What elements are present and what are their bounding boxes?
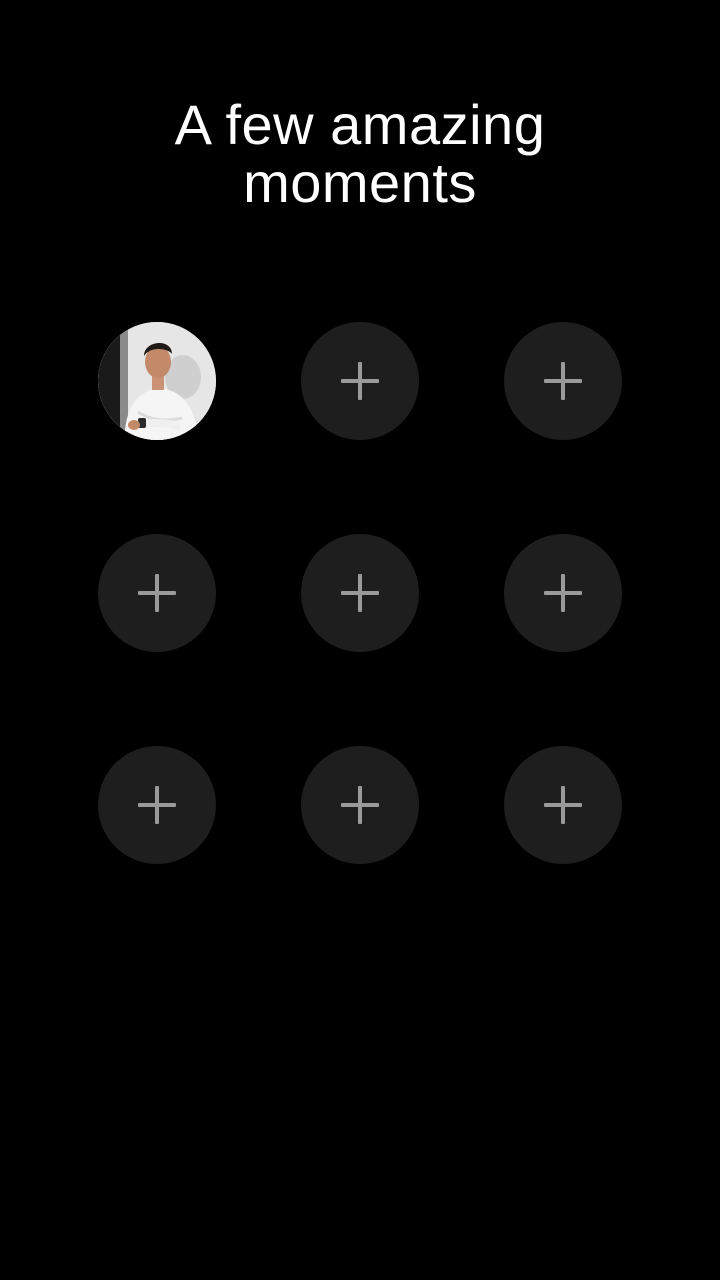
plus-icon <box>544 574 582 612</box>
add-moment-button[interactable] <box>504 322 622 440</box>
add-moment-button[interactable] <box>98 534 216 652</box>
plus-icon <box>138 786 176 824</box>
moment-slot-photo[interactable] <box>98 322 216 440</box>
plus-icon <box>138 574 176 612</box>
title-line-1: A few amazing <box>174 93 546 156</box>
moments-screen: A few amazing moments <box>0 0 720 1280</box>
add-moment-button[interactable] <box>301 746 419 864</box>
plus-icon <box>341 574 379 612</box>
add-moment-button[interactable] <box>504 746 622 864</box>
add-moment-button[interactable] <box>504 534 622 652</box>
page-title: A few amazing moments <box>0 96 720 212</box>
plus-icon <box>544 362 582 400</box>
add-moment-button[interactable] <box>301 534 419 652</box>
add-moment-button[interactable] <box>301 322 419 440</box>
plus-icon <box>341 362 379 400</box>
add-moment-button[interactable] <box>98 746 216 864</box>
title-line-2: moments <box>243 151 477 214</box>
moment-photo <box>98 322 216 440</box>
plus-icon <box>544 786 582 824</box>
plus-icon <box>341 786 379 824</box>
